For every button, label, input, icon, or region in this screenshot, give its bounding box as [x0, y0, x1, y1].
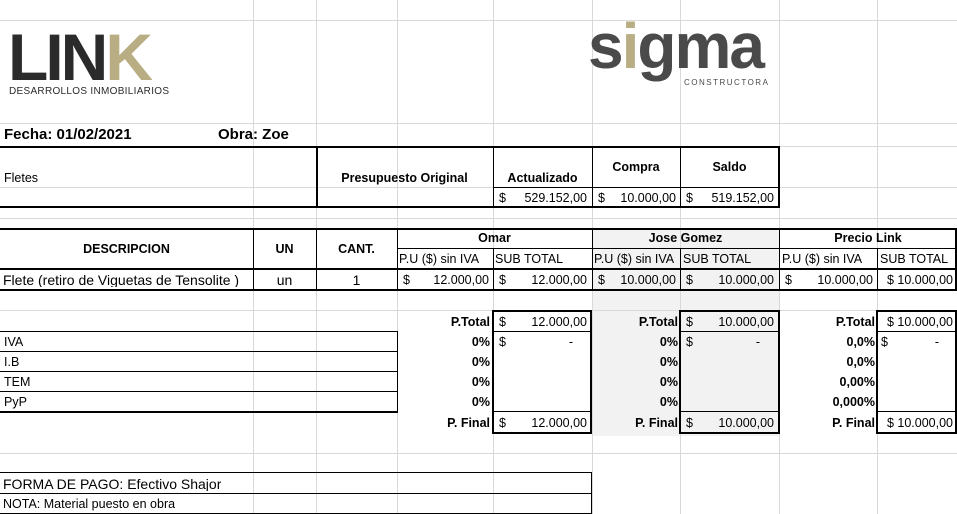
row-un: un — [276, 273, 293, 287]
presupuesto-original-label: Presupuesto Original — [341, 172, 468, 185]
sigma-logo-gma: gma — [637, 10, 765, 82]
omar-ptotal-label: P.Total — [450, 316, 490, 329]
link-logo-subtitle: DESARROLLOS INMOBILIARIOS — [9, 86, 170, 97]
link-logo-k: K — [105, 20, 153, 94]
iva-label: IVA — [4, 336, 24, 349]
omar-pfinal: 12.000,00 — [531, 417, 587, 430]
provider-omar: Omar — [478, 232, 511, 245]
saldo-value: 519.152,00 — [711, 192, 774, 205]
omar-pu-header: P.U ($) sin IVA — [399, 253, 480, 266]
jose-subtotal-header: SUB TOTAL — [683, 253, 752, 266]
tem-jose: 0% — [659, 376, 678, 389]
jose-ptotal: 10.000,00 — [718, 316, 774, 329]
row-omar-sub: 12.000,00 — [531, 274, 587, 287]
obra-label: Obra: Zoe — [218, 127, 289, 142]
row-jose-pu: 10.000,00 — [620, 274, 676, 287]
link-pfinal-label: P. Final — [832, 417, 875, 430]
iva-omar: 0% — [471, 336, 490, 349]
link-ptotal: $ 10.000,00 — [886, 316, 953, 329]
tem-label: TEM — [4, 376, 31, 389]
sigma-logo-s: s — [588, 10, 624, 82]
ib-jose: 0% — [659, 356, 678, 369]
iva-link-dash: - — [934, 336, 939, 349]
compra-value: 10.000,00 — [620, 192, 676, 205]
saldo-label: Saldo — [712, 161, 747, 174]
link-logo-text: LIN — [8, 20, 108, 94]
row-omar-pu: 12.000,00 — [433, 274, 489, 287]
pyp-link: 0,000% — [832, 396, 875, 409]
link-pu-header: P.U ($) sin IVA — [782, 253, 863, 266]
pyp-omar: 0% — [471, 396, 490, 409]
iva-jose-dash: - — [755, 336, 760, 349]
pyp-jose: 0% — [659, 396, 678, 409]
ib-label: I.B — [4, 356, 20, 369]
actualizado-label: Actualizado — [507, 172, 578, 185]
iva-jose: 0% — [659, 336, 678, 349]
row-link-pu: 10.000,00 — [817, 274, 873, 287]
sigma-logo-subtitle: CONSTRUCTORA — [684, 78, 770, 87]
tem-link: 0,00% — [839, 376, 875, 389]
link-subtotal-header: SUB TOTAL — [880, 253, 949, 266]
row-jose-sub: 10.000,00 — [718, 274, 774, 287]
row-cant: 1 — [352, 273, 361, 287]
iva-omar-dash: - — [568, 336, 573, 349]
link-ptotal-label: P.Total — [835, 316, 875, 329]
jose-ptotal-label: P.Total — [638, 316, 678, 329]
omar-ptotal: 12.000,00 — [531, 316, 587, 329]
actualizado-value: 529.152,00 — [524, 192, 587, 205]
link-logo: LINK — [8, 24, 153, 90]
jose-pfinal-label: P. Final — [635, 417, 678, 430]
ib-omar: 0% — [471, 356, 490, 369]
row-link-sub: $ 10.000,00 — [886, 274, 953, 287]
jose-pu-header: P.U ($) sin IVA — [594, 253, 675, 266]
ib-link: 0,0% — [846, 356, 876, 369]
descripcion-header: DESCRIPCION — [83, 243, 170, 256]
un-header: UN — [275, 243, 294, 256]
omar-pfinal-label: P. Final — [447, 417, 490, 430]
budget-concept: Fletes — [4, 172, 39, 185]
cant-header: CANT. — [338, 243, 375, 256]
fecha-label: Fecha: 01/02/2021 — [4, 127, 132, 142]
tem-omar: 0% — [471, 376, 490, 389]
jose-pfinal: 10.000,00 — [718, 417, 774, 430]
sigma-logo-i: i — [621, 10, 640, 82]
forma-de-pago: FORMA DE PAGO: Efectivo Shajor — [3, 477, 222, 491]
iva-link: 0,0% — [846, 336, 876, 349]
nota: NOTA: Material puesto en obra — [3, 498, 176, 511]
row-descripcion: Flete (retiro de Viguetas de Tensolite ) — [3, 273, 240, 287]
compra-label: Compra — [612, 161, 660, 174]
provider-jose-gomez: Jose Gomez — [648, 232, 723, 245]
provider-precio-link: Precio Link — [834, 232, 902, 245]
omar-subtotal-header: SUB TOTAL — [495, 253, 564, 266]
link-pfinal: $ 10.000,00 — [886, 417, 953, 430]
sigma-logo: sigma — [588, 14, 765, 78]
pyp-label: PyP — [4, 396, 27, 409]
